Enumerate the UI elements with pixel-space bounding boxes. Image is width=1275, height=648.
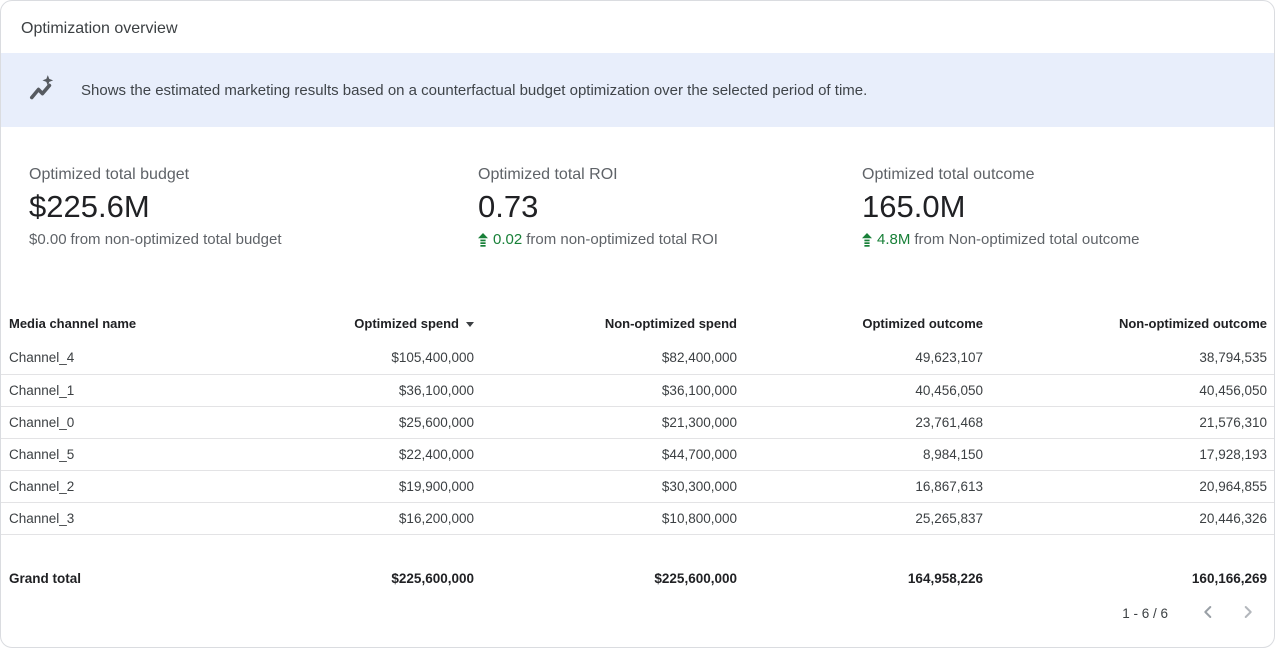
banner-description: Shows the estimated marketing results ba…	[81, 82, 867, 99]
sort-desc-icon	[466, 322, 474, 327]
kpi-optimized-total-roi: Optimized total ROI 0.73 0.02 from non-o…	[478, 165, 862, 248]
cell-optimized-outcome: 49,623,107	[737, 342, 983, 374]
cell-optimized-spend: $16,200,000	[201, 502, 474, 534]
column-header-optimized-spend[interactable]: Optimized spend	[201, 316, 474, 342]
cell-non-optimized-outcome: 17,928,193	[983, 438, 1275, 470]
previous-page-button[interactable]	[1196, 602, 1220, 626]
info-banner: Shows the estimated marketing results ba…	[1, 53, 1274, 127]
arrow-up-icon	[862, 233, 872, 247]
page-range-label: 1 - 6 / 6	[1122, 606, 1168, 621]
delta-text: from non-optimized total ROI	[526, 231, 718, 248]
cell-optimized-spend: $105,400,000	[201, 342, 474, 374]
insights-icon	[27, 74, 59, 106]
kpi-delta: 0.02 from non-optimized total ROI	[478, 231, 862, 248]
cell-optimized-outcome: 40,456,050	[737, 374, 983, 406]
chevron-left-icon	[1196, 600, 1220, 627]
cell-non-optimized-outcome: 21,576,310	[983, 406, 1275, 438]
kpi-label: Optimized total ROI	[478, 165, 862, 184]
cell-channel-name: Channel_5	[1, 438, 201, 470]
optimization-overview-card: Optimization overview Shows the estimate…	[0, 0, 1275, 648]
table-header-row: Media channel name Optimized spend Non-o…	[1, 316, 1275, 342]
kpi-optimized-total-budget: Optimized total budget $225.6M $0.00 fro…	[29, 165, 478, 248]
cell-optimized-outcome: 16,867,613	[737, 470, 983, 502]
page-title: Optimization overview	[21, 20, 1254, 38]
chevron-right-icon	[1236, 600, 1260, 627]
column-header-media-channel-name[interactable]: Media channel name	[1, 316, 201, 342]
cell-non-optimized-outcome: 40,456,050	[983, 374, 1275, 406]
delta-text: from non-optimized total budget	[71, 231, 282, 248]
grand-total-label: Grand total	[1, 534, 201, 590]
cell-non-optimized-spend: $82,400,000	[474, 342, 737, 374]
cell-optimized-spend: $36,100,000	[201, 374, 474, 406]
cell-channel-name: Channel_1	[1, 374, 201, 406]
total-optimized-spend: $225,600,000	[201, 534, 474, 590]
arrow-up-icon	[478, 233, 488, 247]
total-optimized-outcome: 164,958,226	[737, 534, 983, 590]
cell-optimized-spend: $22,400,000	[201, 438, 474, 470]
kpi-value: $225.6M	[29, 188, 478, 226]
cell-channel-name: Channel_3	[1, 502, 201, 534]
cell-non-optimized-outcome: 20,964,855	[983, 470, 1275, 502]
delta-amount: 0.02	[493, 231, 522, 248]
table-row: Channel_2 $19,900,000 $30,300,000 16,867…	[1, 470, 1275, 502]
total-non-optimized-outcome: 160,166,269	[983, 534, 1275, 590]
cell-non-optimized-outcome: 38,794,535	[983, 342, 1275, 374]
delta-amount: 4.8M	[877, 231, 910, 248]
column-header-non-optimized-outcome[interactable]: Non-optimized outcome	[983, 316, 1275, 342]
next-page-button[interactable]	[1236, 602, 1260, 626]
cell-channel-name: Channel_2	[1, 470, 201, 502]
cell-optimized-outcome: 25,265,837	[737, 502, 983, 534]
cell-non-optimized-outcome: 20,446,326	[983, 502, 1275, 534]
column-header-optimized-outcome[interactable]: Optimized outcome	[737, 316, 983, 342]
table-row: Channel_4 $105,400,000 $82,400,000 49,62…	[1, 342, 1275, 374]
cell-non-optimized-spend: $21,300,000	[474, 406, 737, 438]
cell-non-optimized-spend: $30,300,000	[474, 470, 737, 502]
table-row: Channel_3 $16,200,000 $10,800,000 25,265…	[1, 502, 1275, 534]
table-row: Channel_1 $36,100,000 $36,100,000 40,456…	[1, 374, 1275, 406]
table-row: Channel_5 $22,400,000 $44,700,000 8,984,…	[1, 438, 1275, 470]
kpi-delta: 4.8M from Non-optimized total outcome	[862, 231, 1254, 248]
card-header: Optimization overview	[1, 1, 1274, 53]
delta-text: from Non-optimized total outcome	[914, 231, 1139, 248]
total-non-optimized-spend: $225,600,000	[474, 534, 737, 590]
kpi-optimized-total-outcome: Optimized total outcome 165.0M 4.8M from…	[862, 165, 1254, 248]
cell-non-optimized-spend: $10,800,000	[474, 502, 737, 534]
cell-non-optimized-spend: $44,700,000	[474, 438, 737, 470]
delta-amount: $0.00	[29, 231, 67, 248]
channel-table: Media channel name Optimized spend Non-o…	[1, 316, 1274, 590]
kpi-delta: $0.00 from non-optimized total budget	[29, 231, 478, 248]
cell-non-optimized-spend: $36,100,000	[474, 374, 737, 406]
kpi-value: 165.0M	[862, 188, 1254, 226]
grand-total-row: Grand total $225,600,000 $225,600,000 16…	[1, 534, 1275, 590]
cell-optimized-outcome: 8,984,150	[737, 438, 983, 470]
cell-optimized-outcome: 23,761,468	[737, 406, 983, 438]
cell-channel-name: Channel_4	[1, 342, 201, 374]
column-header-non-optimized-spend[interactable]: Non-optimized spend	[474, 316, 737, 342]
kpi-row: Optimized total budget $225.6M $0.00 fro…	[1, 127, 1274, 248]
kpi-label: Optimized total budget	[29, 165, 478, 184]
pagination: 1 - 6 / 6	[1, 590, 1274, 626]
cell-optimized-spend: $19,900,000	[201, 470, 474, 502]
kpi-label: Optimized total outcome	[862, 165, 1254, 184]
table-row: Channel_0 $25,600,000 $21,300,000 23,761…	[1, 406, 1275, 438]
cell-optimized-spend: $25,600,000	[201, 406, 474, 438]
cell-channel-name: Channel_0	[1, 406, 201, 438]
kpi-value: 0.73	[478, 188, 862, 226]
